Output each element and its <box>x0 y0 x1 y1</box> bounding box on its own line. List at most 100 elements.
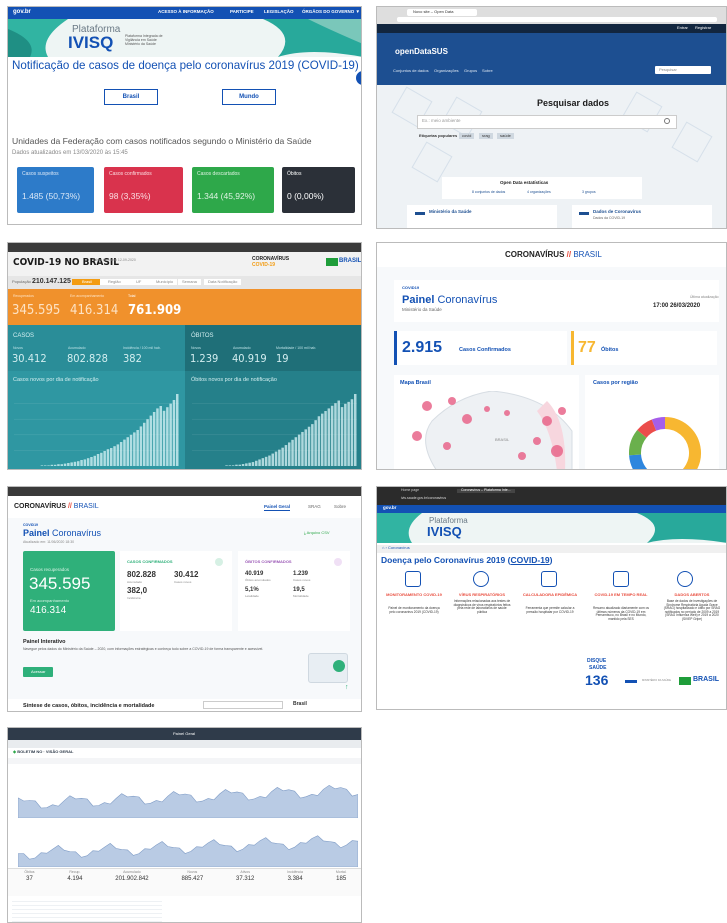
menu-conjuntos[interactable]: Conjuntos de dados <box>393 68 429 73</box>
link-entrar[interactable]: Entrar <box>677 25 688 30</box>
bar <box>103 451 106 466</box>
open-data-icon[interactable] <box>677 571 693 587</box>
accessibility-icon[interactable] <box>356 71 361 85</box>
area-chart-top <box>18 784 358 818</box>
tag-chip[interactable]: covid <box>459 133 475 140</box>
interactive-access-button[interactable]: Acessar <box>23 667 54 678</box>
deaths-acum-label: Óbitos acumulados <box>245 578 271 582</box>
browser-chrome <box>8 487 361 496</box>
nav-sobre[interactable]: Sobre <box>334 504 346 510</box>
card-obitos-label: Óbitos <box>287 171 302 177</box>
col-calculadora-title[interactable]: CALCULADORA EPIDÊMICA <box>521 592 579 597</box>
search-icon[interactable] <box>664 118 670 124</box>
nav-participe[interactable]: PARTICIPE <box>230 9 254 15</box>
col-calculadora-text: Ferramenta que permite calcular a pressã… <box>525 606 575 614</box>
disque-number: 136 <box>585 672 609 688</box>
link-registrar[interactable]: Registrar <box>695 25 711 30</box>
arrow-icon <box>579 212 589 215</box>
csv-download-button[interactable]: ⤓ Arquivo CSV <box>304 530 330 535</box>
card-descartados-label: Casos descartados <box>197 171 240 177</box>
bar <box>77 461 80 466</box>
bar <box>93 455 96 466</box>
menu-sobre[interactable]: Sobre <box>482 68 493 73</box>
stat-value: 3.384 <box>287 876 303 882</box>
donut-slice <box>629 454 648 469</box>
casos-header: CASOS <box>13 333 35 339</box>
cases-novos-value: 30.412 <box>174 570 199 579</box>
bar <box>110 448 113 466</box>
region-donut-chart[interactable] <box>625 413 705 470</box>
gov-logo[interactable]: gov.br <box>383 505 396 511</box>
deaths-acum-value: 40.919 <box>245 571 264 577</box>
calculator-icon[interactable] <box>541 571 557 587</box>
gov-logo[interactable]: gov.br <box>13 9 31 16</box>
realtime-icon[interactable] <box>613 571 629 587</box>
obitos-novos-label: Novos <box>191 346 201 350</box>
col-dados-abertos-title[interactable]: DADOS ABERTOS <box>659 592 725 597</box>
stat-grupos[interactable]: 3 grupos <box>582 190 596 195</box>
bar <box>139 426 143 466</box>
bar <box>330 405 334 466</box>
bar <box>119 442 123 466</box>
area-chart-bottom <box>18 835 358 867</box>
nav-acesso[interactable]: ACESSO À INFORMAÇÃO <box>158 9 214 15</box>
monitor-icon[interactable] <box>405 571 421 587</box>
card-confirmados-label: Casos confirmados <box>109 171 152 177</box>
breadcrumb[interactable]: ⌂ › Coronavírus <box>382 545 410 550</box>
featured-link-ministerio[interactable]: Ministério da Saúde <box>429 209 472 215</box>
command-label[interactable]: ◆ BOLETIM NO · VISÃO GERAL <box>13 749 73 754</box>
plus-icon[interactable] <box>334 558 342 566</box>
col-virus-title[interactable]: VÍRUS RESPIRATÓRIOS <box>451 592 513 597</box>
card-suspeitos: Casos suspeitos 1.485 (50,73%) <box>17 167 94 213</box>
donut-slice <box>629 430 647 456</box>
bar <box>251 462 255 466</box>
nav-orgaos[interactable]: ÓRGÃOS DO GOVERNO ▼ <box>302 9 360 15</box>
brasil-button[interactable]: Brasil <box>104 89 158 105</box>
filter-municipio[interactable]: Município <box>152 279 178 286</box>
chart-obitos-title: Óbitos novos por dia de notificação <box>191 377 277 383</box>
nav-legislacao[interactable]: LEGISLAÇÃO <box>264 9 294 15</box>
brasil-map[interactable] <box>397 391 577 470</box>
footer-select[interactable] <box>203 701 283 709</box>
filter-uf[interactable]: UF <box>124 279 154 286</box>
tab-home[interactable]: Home page <box>401 488 419 493</box>
card-descartados: Casos descartados 1.344 (45,92%) <box>192 167 274 213</box>
col-tempo-real-title[interactable]: COVID-19 EM TEMPO REAL <box>589 592 653 597</box>
stat-conjuntos[interactable]: 8 conjuntos de dados <box>472 190 505 195</box>
card-suspeitos-value: 1.485 (50,73%) <box>22 191 81 201</box>
scroll-top-icon[interactable]: ↑ <box>345 684 349 691</box>
plus-icon[interactable] <box>215 558 223 566</box>
filter-semana[interactable]: Semana <box>178 279 201 286</box>
tag-chip[interactable]: saúde <box>497 133 514 140</box>
report-title: Painel Geral <box>173 731 196 736</box>
filter-brasil[interactable]: Brasil <box>72 279 103 286</box>
nav-srag[interactable]: SRAG <box>308 504 321 510</box>
filter-data[interactable]: Data Notificação <box>204 279 242 286</box>
bar <box>129 434 133 466</box>
mundo-button[interactable]: Mundo <box>222 89 276 105</box>
menu-organizacoes[interactable]: Organizações <box>434 68 459 73</box>
virus-icon[interactable] <box>473 571 489 587</box>
incidence-value: 382,0 <box>127 586 148 595</box>
acompanhamento-label: Em acompanhamento <box>70 294 105 298</box>
featured-link-coronavirus[interactable]: Dados de Coronavírus <box>593 209 641 215</box>
bar <box>347 401 350 466</box>
nav-painel-geral[interactable]: Painel Geral <box>264 504 291 511</box>
tab-coronavirus[interactable]: Coronavírus – Plataforma Inte... <box>457 488 515 493</box>
bar <box>304 429 307 466</box>
address-url[interactable]: ivis.saude.gov.br/coronavirus <box>401 496 446 501</box>
bar <box>172 400 176 466</box>
featured-link-coronavirus-sub: Dados da COVID-19 <box>593 216 626 220</box>
address-bar[interactable] <box>397 17 717 22</box>
col-monitoramento-title[interactable]: MONITORAMENTO COVID-19 <box>381 592 447 597</box>
menu-grupos[interactable]: Grupos <box>464 68 477 73</box>
bar <box>307 426 311 466</box>
bar <box>327 408 331 466</box>
casos-novos-label: Novos <box>13 346 23 350</box>
stat-organizacoes[interactable]: 4 organizações <box>527 190 551 195</box>
opendatasus-logo[interactable]: openDataSUS <box>395 47 448 57</box>
orange-band <box>8 289 361 325</box>
tag-chip[interactable]: srag <box>479 133 493 140</box>
bar <box>40 465 44 466</box>
bar <box>169 403 172 466</box>
